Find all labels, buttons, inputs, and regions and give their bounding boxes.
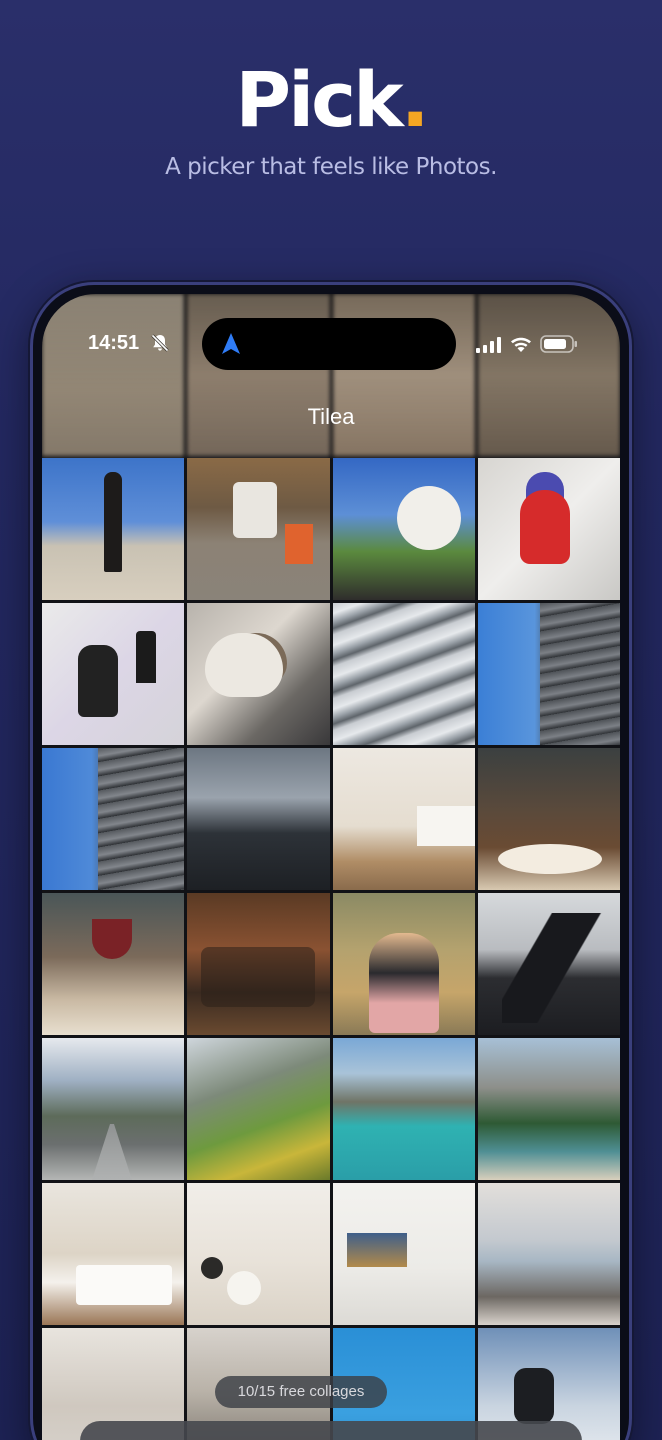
photo-thumbnail[interactable] [42,458,185,600]
photo-thumbnail[interactable] [187,458,330,600]
photo-thumbnail[interactable] [42,1038,185,1180]
photo-thumbnail[interactable] [477,603,620,745]
photo-thumbnail[interactable] [477,893,620,1035]
photo-thumbnail[interactable] [187,1038,330,1180]
photo-thumbnail[interactable] [187,1183,330,1325]
bell-slash-icon [151,334,169,352]
app-title: Pick. [0,58,662,142]
battery-icon [540,335,577,353]
photo-thumbnail[interactable] [332,748,475,890]
photo-thumbnail[interactable] [477,1183,620,1325]
photo-thumbnail[interactable] [187,748,330,890]
photo-thumbnail[interactable] [42,748,185,890]
location-arrow-icon [222,333,240,354]
photo-thumbnail[interactable] [42,893,185,1035]
cellular-signal-icon [476,337,501,353]
photo-thumbnail[interactable] [187,603,330,745]
photo-thumbnail[interactable] [477,1038,620,1180]
app-title-text: Pick [235,55,403,144]
wifi-icon [511,337,531,352]
photo-thumbnail[interactable] [42,603,185,745]
photo-thumbnail[interactable] [332,1183,475,1325]
photo-thumbnail[interactable] [332,1038,475,1180]
phone-screen: 14:51 Tilea [42,294,620,1440]
phone-frame: 14:51 Tilea [30,282,632,1440]
photo-thumbnail[interactable] [477,748,620,890]
collage-counter-badge: 10/15 free collages [215,1376,387,1408]
photo-thumbnail[interactable] [332,893,475,1035]
photo-thumbnail[interactable] [332,458,475,600]
app-title-dot: . [400,55,430,144]
photo-thumbnail[interactable] [332,603,475,745]
photo-thumbnail[interactable] [42,1183,185,1325]
photo-grid [42,458,620,1440]
photo-thumbnail[interactable] [477,458,620,600]
album-title: Tilea [307,404,355,429]
photo-thumbnail[interactable] [187,893,330,1035]
bottom-toolbar[interactable] [80,1421,582,1440]
app-tagline: A picker that feels like Photos. [165,154,497,180]
status-time: 14:51 [88,332,140,354]
